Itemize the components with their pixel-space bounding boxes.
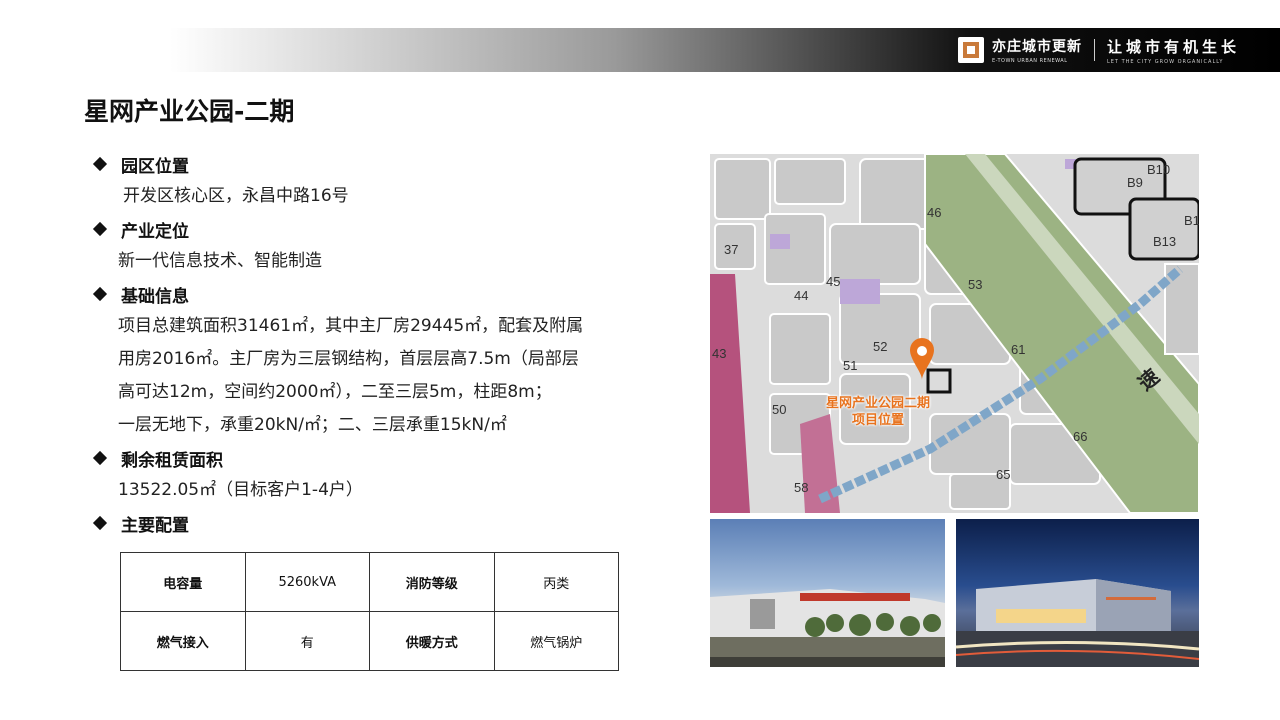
- slogan: 让城市有机生长: [1106, 37, 1240, 56]
- section-body: 项目总建筑面积31461㎡，其中主厂房29445㎡，配套及附属 用房2016㎡。…: [92, 310, 652, 442]
- section-body: 13522.05㎡（目标客户1-4户）: [92, 474, 652, 507]
- section-body: 新一代信息技术、智能制造: [92, 245, 652, 278]
- brand-text: 亦庄城市更新 E-TOWN URBAN RENEWAL: [992, 36, 1082, 64]
- svg-text:53: 53: [968, 277, 982, 292]
- page-title: 星网产业公园-二期: [84, 97, 295, 126]
- table-cell-value: 5260kVA: [244, 552, 370, 612]
- svg-text:52: 52: [873, 339, 887, 354]
- building-photo-night-graphic: [956, 579, 1199, 667]
- header-band: 亦庄城市更新 E-TOWN URBAN RENEWAL 让城市有机生长 LET …: [170, 28, 1280, 72]
- section-line: 新一代信息技术、智能制造: [118, 251, 322, 271]
- svg-text:43: 43: [712, 346, 726, 361]
- table-cell-value: 燃气锅炉: [493, 611, 619, 671]
- svg-text:B9: B9: [1127, 175, 1143, 190]
- location-map: 37 44 45 46 50 51 52 53 58 61 65 66 43 B…: [710, 154, 1199, 513]
- slogan-en: LET THE CITY GROW ORGANICALLY: [1106, 58, 1224, 65]
- map-graphic: 37 44 45 46 50 51 52 53 58 61 65 66 43 B…: [710, 154, 1199, 513]
- section-line: 开发区核心区，永昌中路16号: [123, 186, 349, 206]
- brand-name: 亦庄城市更新: [991, 39, 1082, 55]
- map-marker-label: 星网产业公园二期 项目位置: [808, 395, 948, 429]
- svg-text:45: 45: [826, 274, 840, 289]
- diamond-bullet-icon: [92, 515, 108, 531]
- section-heading: 园区位置: [121, 156, 189, 177]
- svg-text:B10: B10: [1147, 162, 1170, 177]
- info-sections: 园区位置 开发区核心区，永昌中路16号 产业定位 新一代信息技术、智能制造 基础…: [92, 148, 652, 539]
- section-heading-row: 主要配置: [92, 507, 652, 539]
- svg-text:61: 61: [1011, 342, 1025, 357]
- section-positioning: 产业定位 新一代信息技术、智能制造: [92, 213, 652, 278]
- section-main-config: 主要配置: [92, 507, 652, 539]
- svg-text:B1: B1: [1184, 213, 1199, 228]
- table-cell-label: 供暖方式: [369, 611, 495, 671]
- section-heading: 基础信息: [121, 286, 189, 307]
- table-row: 电容量 5260kVA 消防等级 丙类: [120, 552, 619, 612]
- svg-text:50: 50: [772, 402, 786, 417]
- table-row: 燃气接入 有 供暖方式 燃气锅炉: [120, 611, 619, 671]
- building-photo-day-graphic: [710, 589, 945, 667]
- brand-name-en: E-TOWN URBAN RENEWAL: [991, 58, 1068, 64]
- section-heading: 剩余租赁面积: [121, 450, 223, 471]
- section-line: 高可达12m，空间约2000㎡），二至三层5m，柱距8m；: [118, 382, 552, 402]
- brand: 亦庄城市更新 E-TOWN URBAN RENEWAL 让城市有机生长 LET …: [957, 28, 1240, 72]
- section-line: 用房2016㎡。主厂房为三层钢结构，首层层高7.5m（局部层: [118, 349, 579, 369]
- svg-text:37: 37: [724, 242, 738, 257]
- building-photo-night: [956, 519, 1199, 667]
- table-cell-label: 燃气接入: [120, 611, 246, 671]
- diamond-bullet-icon: [92, 221, 108, 237]
- diamond-bullet-icon: [92, 450, 108, 466]
- map-marker-label-line1: 星网产业公园二期: [825, 396, 930, 411]
- svg-text:51: 51: [843, 358, 857, 373]
- section-remaining-area: 剩余租赁面积 13522.05㎡（目标客户1-4户）: [92, 442, 652, 507]
- config-table: 电容量 5260kVA 消防等级 丙类 燃气接入 有 供暖方式 燃气锅炉: [120, 552, 619, 671]
- brand-divider: [1093, 39, 1095, 61]
- section-heading: 产业定位: [121, 221, 189, 242]
- section-basic-info: 基础信息 项目总建筑面积31461㎡，其中主厂房29445㎡，配套及附属 用房2…: [92, 278, 652, 442]
- section-line: 项目总建筑面积31461㎡，其中主厂房29445㎡，配套及附属: [118, 316, 584, 336]
- section-body: 开发区核心区，永昌中路16号: [92, 180, 652, 213]
- section-line: 一层无地下，承重20kN/㎡；二、三层承重15kN/㎡: [118, 415, 507, 435]
- svg-text:65: 65: [996, 467, 1010, 482]
- building-photo-day: [710, 519, 945, 667]
- svg-text:B13: B13: [1153, 234, 1176, 249]
- section-heading-row: 园区位置: [92, 148, 652, 180]
- diamond-bullet-icon: [92, 156, 108, 172]
- table-cell-value: 丙类: [493, 552, 619, 612]
- slogan-text: 让城市有机生长 LET THE CITY GROW ORGANICALLY: [1107, 36, 1240, 65]
- map-marker-label-line2: 项目位置: [851, 413, 904, 428]
- section-heading-row: 剩余租赁面积: [92, 442, 652, 474]
- table-cell-label: 电容量: [120, 552, 246, 612]
- table-cell-label: 消防等级: [369, 552, 495, 612]
- section-heading-row: 基础信息: [92, 278, 652, 310]
- diamond-bullet-icon: [92, 286, 108, 302]
- svg-text:58: 58: [794, 480, 808, 495]
- section-heading-row: 产业定位: [92, 213, 652, 245]
- section-location: 园区位置 开发区核心区，永昌中路16号: [92, 148, 652, 213]
- section-line: 13522.05㎡（目标客户1-4户）: [118, 480, 363, 500]
- table-cell-value: 有: [244, 611, 370, 671]
- brand-logo-icon: [957, 37, 984, 63]
- section-heading: 主要配置: [121, 515, 189, 536]
- svg-text:44: 44: [794, 288, 808, 303]
- svg-text:66: 66: [1073, 429, 1087, 444]
- svg-text:46: 46: [927, 205, 941, 220]
